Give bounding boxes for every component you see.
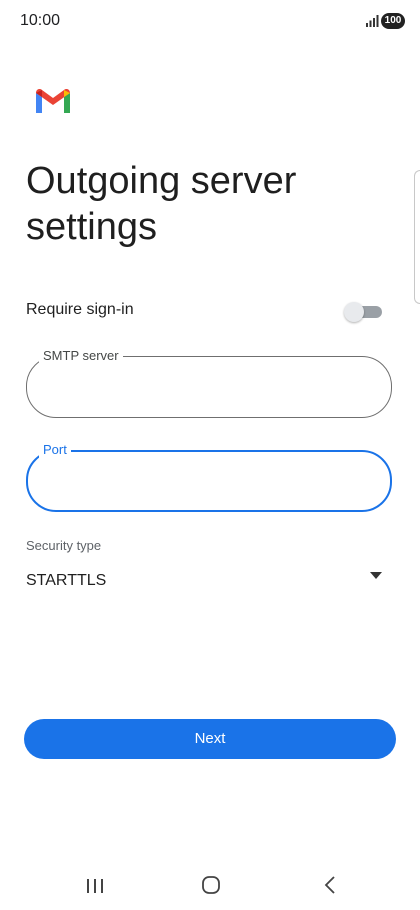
status-bar: 10:00 100 — [0, 0, 420, 44]
smtp-server-input[interactable] — [43, 375, 373, 399]
security-type-value: STARTTLS — [26, 572, 107, 589]
port-input[interactable] — [44, 470, 374, 494]
back-icon[interactable] — [320, 872, 340, 898]
port-field[interactable]: Port — [26, 442, 392, 512]
home-icon[interactable] — [201, 872, 221, 898]
require-signin-label: Require sign-in — [26, 301, 134, 318]
require-signin-toggle[interactable] — [344, 302, 382, 322]
recent-apps-icon[interactable] — [85, 872, 105, 898]
navigation-bar — [0, 862, 420, 910]
toggle-thumb — [344, 302, 364, 322]
next-button[interactable]: Next — [24, 719, 396, 759]
status-time: 10:00 — [20, 12, 61, 29]
smtp-server-label: SMTP server — [39, 348, 123, 364]
signal-icon — [366, 15, 379, 27]
page-title: Outgoing server settings — [26, 160, 297, 248]
dropdown-arrow-icon — [370, 572, 382, 579]
battery-icon: 100 — [381, 13, 405, 29]
security-type-label: Security type — [26, 538, 102, 553]
port-label: Port — [39, 442, 71, 458]
gmail-logo — [36, 89, 70, 113]
battery-level: 100 — [384, 15, 402, 26]
smtp-server-field[interactable]: SMTP server — [26, 348, 392, 418]
security-type-dropdown[interactable]: STARTTLS — [26, 566, 386, 596]
edge-panel-handle[interactable] — [414, 170, 420, 304]
